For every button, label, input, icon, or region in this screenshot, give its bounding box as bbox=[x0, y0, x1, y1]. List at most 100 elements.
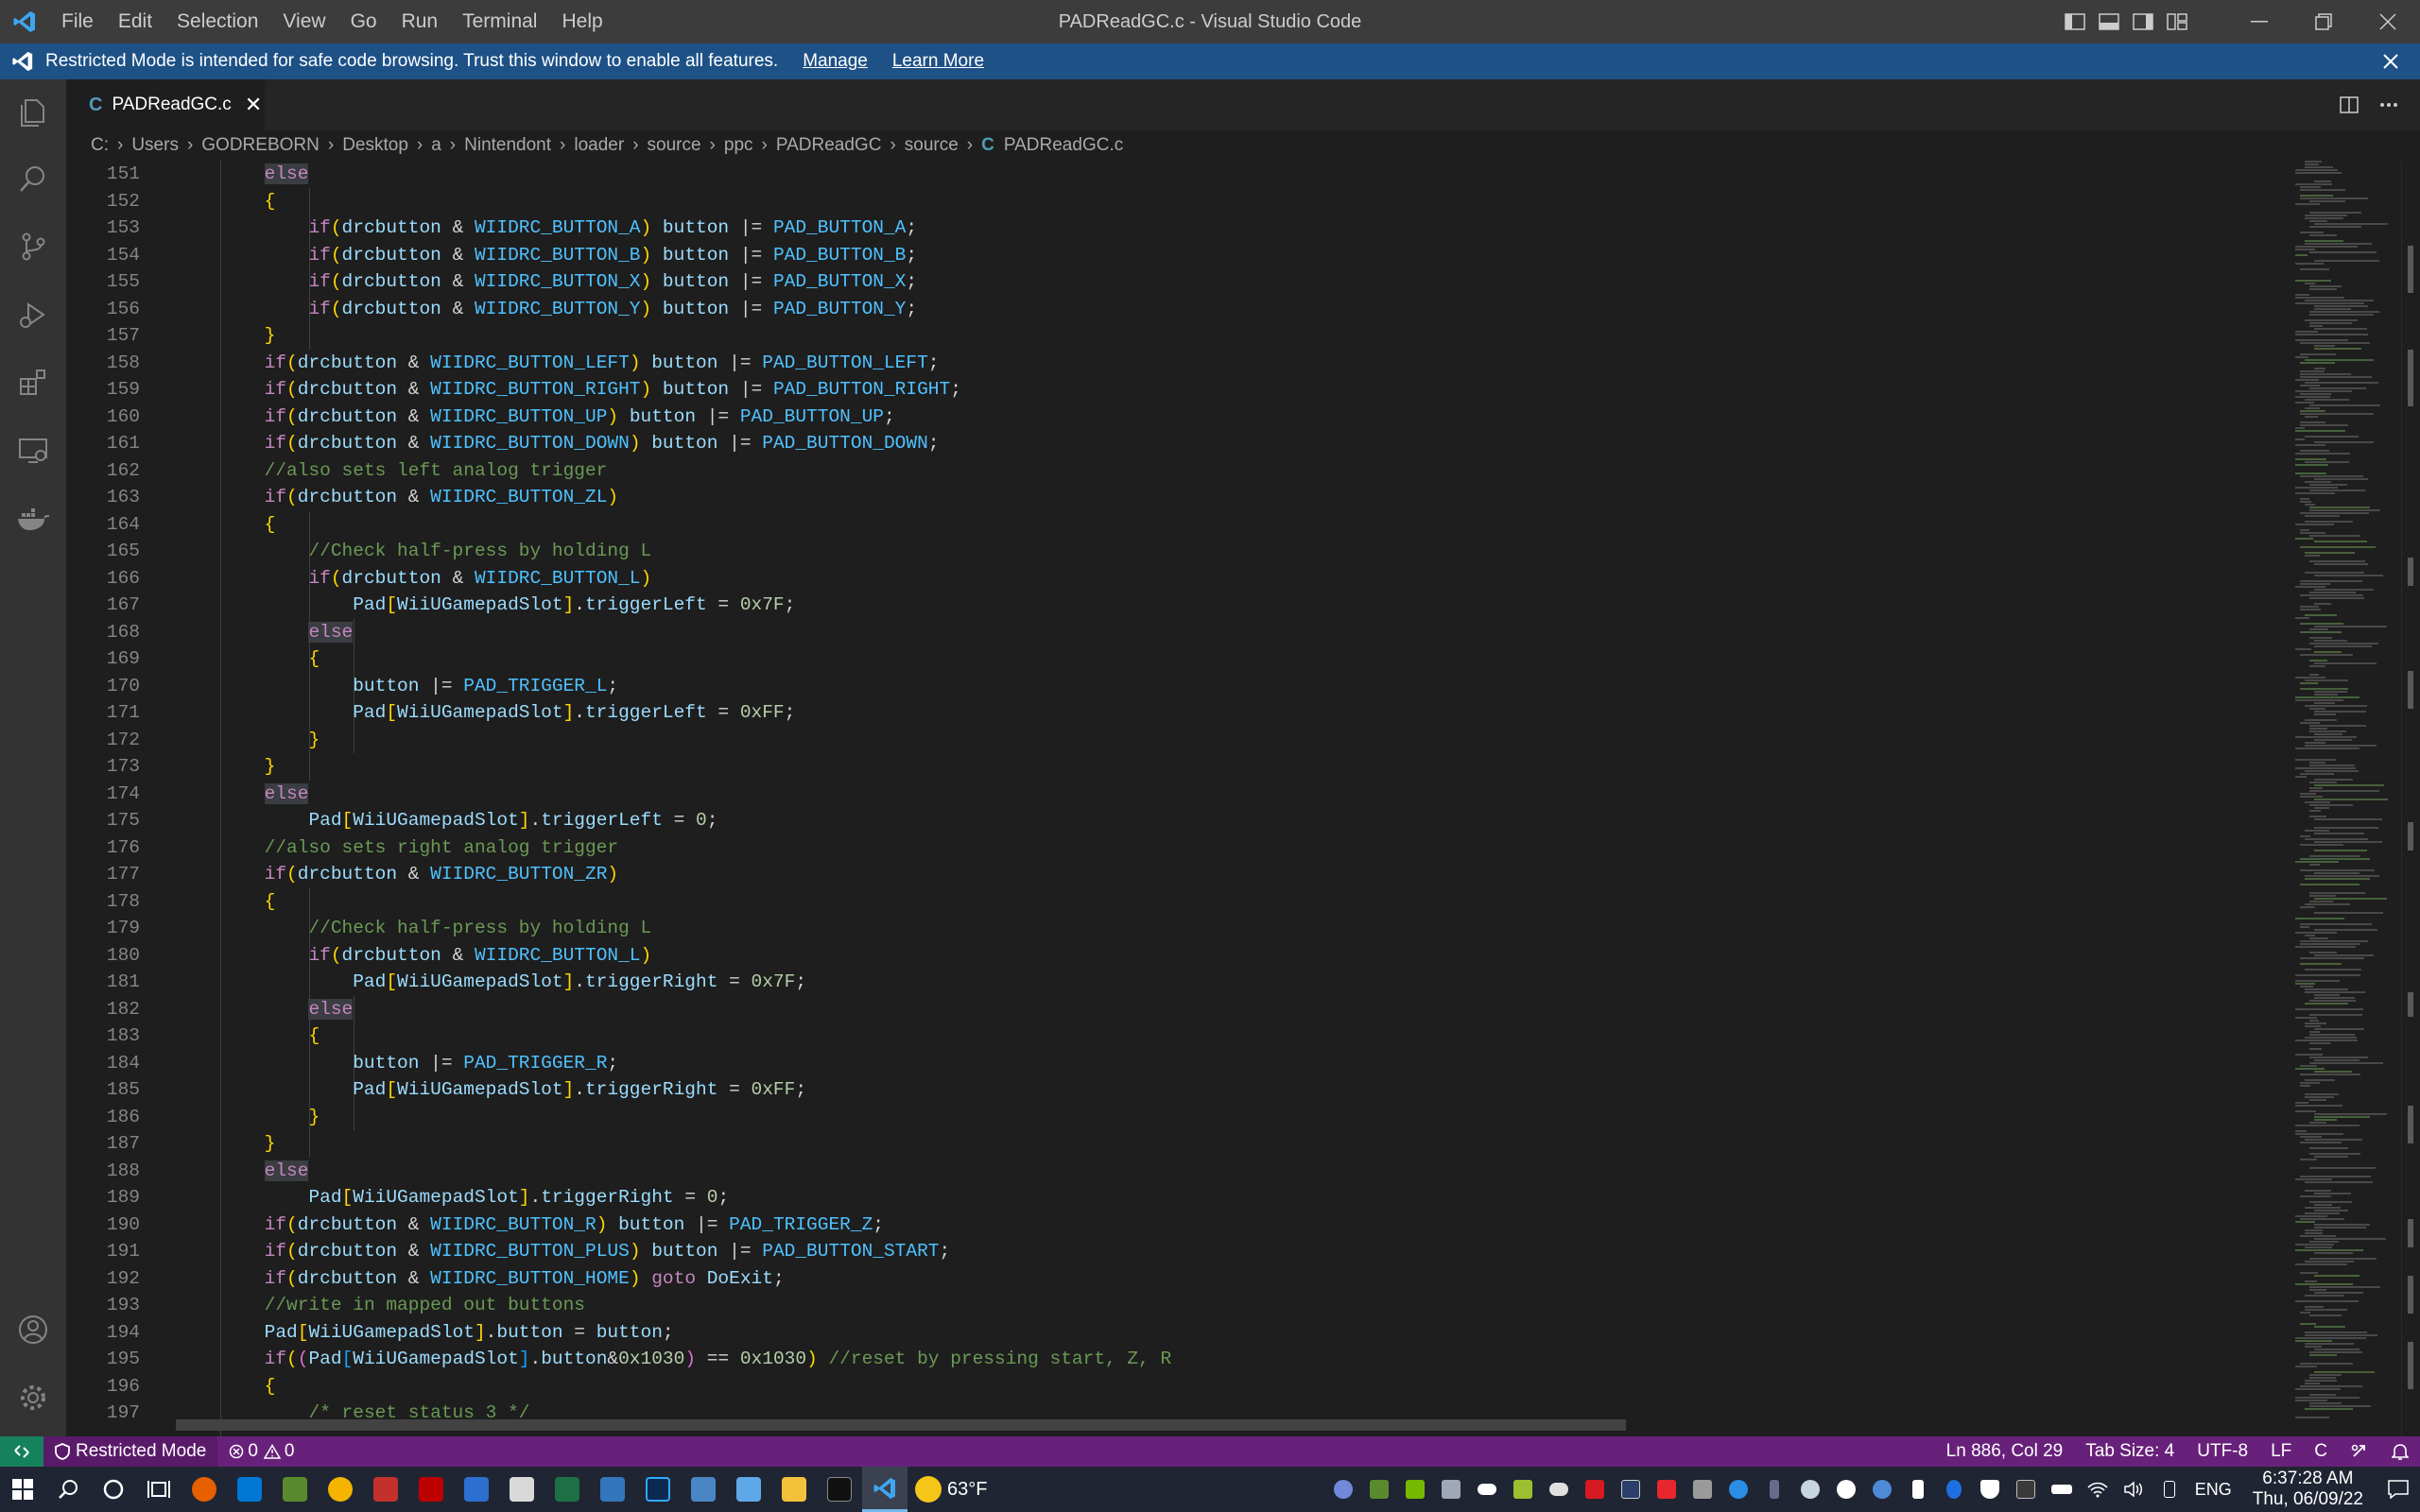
breadcrumb-item[interactable]: Nintendont › bbox=[464, 135, 574, 156]
tab-close-icon[interactable]: ✕ bbox=[245, 93, 262, 117]
notifications-bell-icon[interactable] bbox=[2380, 1436, 2420, 1467]
weather-widget[interactable]: 63°F bbox=[915, 1476, 987, 1503]
code-line[interactable]: 159 if(drcbutton & WIIDRC_BUTTON_RIGHT) … bbox=[66, 376, 2269, 404]
restricted-mode-status[interactable]: Restricted Mode bbox=[43, 1436, 218, 1467]
defender-shield-icon[interactable] bbox=[1972, 1467, 2008, 1512]
keyboard-app-icon[interactable] bbox=[590, 1467, 635, 1512]
code-line[interactable]: 165 //Check half-press by holding L bbox=[66, 538, 2269, 565]
file-explorer-icon[interactable] bbox=[771, 1467, 817, 1512]
tray-download-icon[interactable] bbox=[1900, 1467, 1936, 1512]
vscode-taskbar-icon[interactable] bbox=[862, 1467, 908, 1512]
app-blue-icon[interactable] bbox=[726, 1467, 771, 1512]
code-line[interactable]: 180 if(drcbutton & WIIDRC_BUTTON_L) bbox=[66, 942, 2269, 970]
code-line[interactable]: 170 button |= PAD_TRIGGER_L; bbox=[66, 673, 2269, 700]
firefox-icon[interactable] bbox=[182, 1467, 227, 1512]
code-line[interactable]: 197 /* reset status 3 */ bbox=[66, 1400, 2269, 1427]
code-line[interactable]: 151 else bbox=[66, 161, 2269, 188]
code-line[interactable]: 190 if(drcbutton & WIIDRC_BUTTON_R) butt… bbox=[66, 1211, 2269, 1239]
code-line[interactable]: 194 Pad[WiiUGamepadSlot].button = button… bbox=[66, 1319, 2269, 1347]
code-line[interactable]: 186 } bbox=[66, 1104, 2269, 1131]
minimap[interactable] bbox=[2288, 161, 2401, 1436]
end-of-line[interactable]: LF bbox=[2259, 1436, 2303, 1467]
breadcrumb-item[interactable]: Users › bbox=[131, 135, 201, 156]
run-debug-icon[interactable] bbox=[0, 282, 66, 348]
breadcrumb-item[interactable]: a › bbox=[431, 135, 464, 156]
code-line[interactable]: 164 { bbox=[66, 511, 2269, 539]
tray-lifebuoy-icon[interactable] bbox=[1828, 1467, 1864, 1512]
code-line[interactable]: 173 } bbox=[66, 753, 2269, 781]
excel-app-icon[interactable] bbox=[544, 1467, 590, 1512]
code-line[interactable]: 171 Pad[WiiUGamepadSlot].triggerLeft = 0… bbox=[66, 699, 2269, 727]
code-line[interactable]: 161 if(drcbutton & WIIDRC_BUTTON_DOWN) b… bbox=[66, 430, 2269, 457]
source-control-icon[interactable] bbox=[0, 214, 66, 280]
code-line[interactable]: 193 //write in mapped out buttons bbox=[66, 1292, 2269, 1319]
code-line[interactable]: 188 else bbox=[66, 1158, 2269, 1185]
chrome-icon[interactable] bbox=[318, 1467, 363, 1512]
code-line[interactable]: 195 if((Pad[WiiUGamepadSlot].button&0x10… bbox=[66, 1346, 2269, 1373]
close-window-icon[interactable] bbox=[2356, 0, 2420, 43]
code-line[interactable]: 187 } bbox=[66, 1130, 2269, 1158]
feedback-icon[interactable] bbox=[2339, 1436, 2380, 1467]
menu-selection[interactable]: Selection bbox=[164, 0, 270, 43]
cortana-icon[interactable] bbox=[91, 1467, 136, 1512]
wifi-icon[interactable] bbox=[2080, 1467, 2116, 1512]
remote-indicator-icon[interactable] bbox=[0, 1436, 43, 1467]
volume-icon[interactable] bbox=[2116, 1467, 2152, 1512]
code-line[interactable]: 168 else bbox=[66, 619, 2269, 646]
file-encoding[interactable]: UTF-8 bbox=[2186, 1436, 2259, 1467]
code-line[interactable]: 157 } bbox=[66, 322, 2269, 350]
code-line[interactable]: 169 { bbox=[66, 645, 2269, 673]
breadcrumb-item[interactable]: source › bbox=[648, 135, 724, 156]
tray-usb-icon[interactable] bbox=[1756, 1467, 1792, 1512]
menu-view[interactable]: View bbox=[270, 0, 337, 43]
input-language[interactable]: ENG bbox=[2187, 1480, 2239, 1500]
code-line[interactable]: 196 { bbox=[66, 1373, 2269, 1400]
tab-padreadgc[interactable]: C PADReadGC.c ✕ bbox=[66, 79, 265, 130]
photoshop-icon[interactable] bbox=[635, 1467, 681, 1512]
code-line[interactable]: 185 Pad[WiiUGamepadSlot].triggerRight = … bbox=[66, 1076, 2269, 1104]
menu-file[interactable]: File bbox=[49, 0, 106, 43]
code-line[interactable]: 181 Pad[WiiUGamepadSlot].triggerRight = … bbox=[66, 969, 2269, 996]
font-app-icon[interactable] bbox=[1613, 1467, 1649, 1512]
menu-terminal[interactable]: Terminal bbox=[450, 0, 549, 43]
mail-app-icon[interactable] bbox=[227, 1467, 272, 1512]
discord-icon[interactable] bbox=[1325, 1467, 1361, 1512]
tray-globe-icon[interactable] bbox=[1864, 1467, 1900, 1512]
language-mode[interactable]: C bbox=[2303, 1436, 2339, 1467]
tray-flash-icon[interactable] bbox=[1720, 1467, 1756, 1512]
tray-cloud-icon[interactable] bbox=[1541, 1467, 1577, 1512]
code-line[interactable]: 191 if(drcbutton & WIIDRC_BUTTON_PLUS) b… bbox=[66, 1238, 2269, 1265]
breadcrumb-item[interactable]: PADReadGC › bbox=[776, 135, 905, 156]
breadcrumb-item[interactable]: C PADReadGC.c bbox=[981, 135, 1123, 156]
code-line[interactable]: 152 { bbox=[66, 188, 2269, 215]
code-line[interactable]: 182 else bbox=[66, 996, 2269, 1023]
toggle-primary-sidebar-icon[interactable] bbox=[2063, 11, 2087, 32]
tray-camera-icon[interactable] bbox=[2008, 1467, 2044, 1512]
code-line[interactable]: 189 Pad[WiiUGamepadSlot].triggerRight = … bbox=[66, 1184, 2269, 1211]
code-line[interactable]: 162 //also sets left analog trigger bbox=[66, 457, 2269, 485]
code-line[interactable]: 167 Pad[WiiUGamepadSlot].triggerLeft = 0… bbox=[66, 592, 2269, 619]
code-line[interactable]: 184 button |= PAD_TRIGGER_R; bbox=[66, 1050, 2269, 1077]
tray-app-yellow-icon[interactable] bbox=[1505, 1467, 1541, 1512]
problems-status[interactable]: 0 0 bbox=[217, 1436, 305, 1467]
code-line[interactable]: 174 else bbox=[66, 781, 2269, 808]
minimize-icon[interactable] bbox=[2227, 0, 2291, 43]
customize-layout-icon[interactable] bbox=[2165, 11, 2189, 32]
banner-manage-link[interactable]: Manage bbox=[803, 51, 868, 72]
split-editor-icon[interactable] bbox=[2337, 93, 2361, 117]
accounts-icon[interactable] bbox=[0, 1297, 66, 1363]
clock[interactable]: 6:37:28 AM Thu, 06/09/22 bbox=[2239, 1469, 2377, 1510]
breadcrumb-item[interactable]: Desktop › bbox=[342, 135, 431, 156]
adobe-icon[interactable] bbox=[1577, 1467, 1613, 1512]
tools-app-icon[interactable] bbox=[499, 1467, 544, 1512]
breadcrumb-item[interactable]: ppc › bbox=[724, 135, 776, 156]
code-line[interactable]: 155 if(drcbutton & WIIDRC_BUTTON_X) butt… bbox=[66, 268, 2269, 296]
calculator-icon[interactable] bbox=[681, 1467, 726, 1512]
toggle-panel-icon[interactable] bbox=[2097, 11, 2121, 32]
tray-drive-icon[interactable] bbox=[1685, 1467, 1720, 1512]
docker-tray-icon[interactable] bbox=[1433, 1467, 1469, 1512]
power-icon[interactable] bbox=[2152, 1467, 2187, 1512]
code-line[interactable]: 177 if(drcbutton & WIIDRC_BUTTON_ZR) bbox=[66, 861, 2269, 888]
code-line[interactable]: 158 if(drcbutton & WIIDRC_BUTTON_LEFT) b… bbox=[66, 350, 2269, 377]
tab-size[interactable]: Tab Size: 4 bbox=[2074, 1436, 2186, 1467]
